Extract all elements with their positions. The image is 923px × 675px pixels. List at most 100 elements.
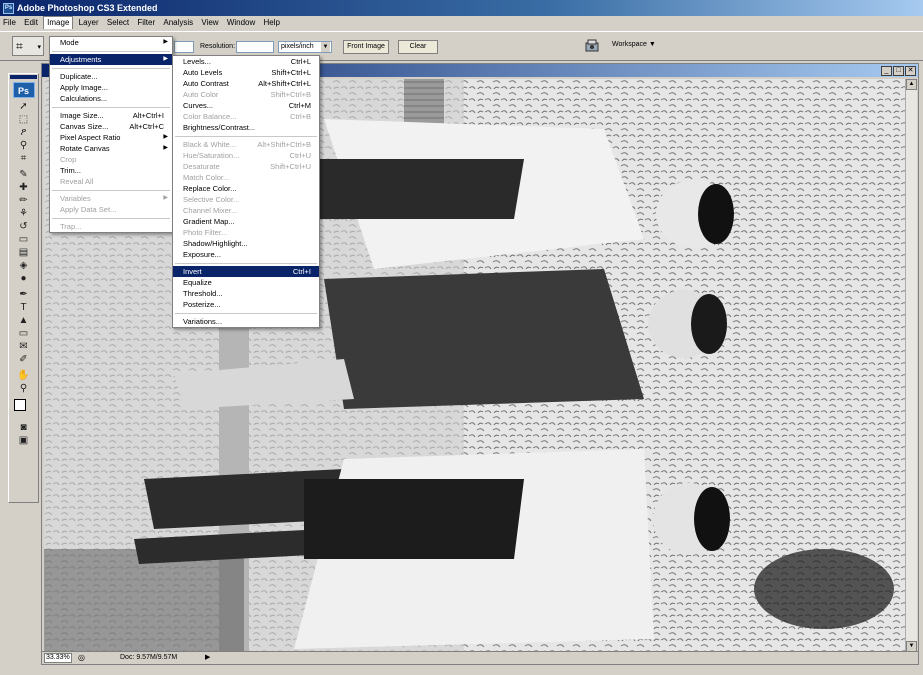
adjustments-item-posterize[interactable]: Posterize...: [173, 299, 319, 310]
adjustments-item-variations[interactable]: Variations...: [173, 316, 319, 327]
adjustments-item-replace-color[interactable]: Replace Color...: [173, 183, 319, 194]
menu-item-label: Adjustments: [60, 55, 102, 64]
adjustments-item-shadow-highlight[interactable]: Shadow/Highlight...: [173, 238, 319, 249]
clear-button[interactable]: Clear: [398, 40, 438, 54]
dodge-tool-icon[interactable]: ●: [13, 272, 35, 285]
close-icon[interactable]: ✕: [905, 66, 916, 76]
clone-stamp-tool-icon[interactable]: ⚘: [13, 207, 35, 220]
image-menu-item-image-size[interactable]: Image Size... Alt+Ctrl+I: [50, 110, 172, 121]
type-tool-icon[interactable]: T: [13, 301, 35, 314]
adjustments-item-auto-contrast[interactable]: Auto Contrast Alt+Shift+Ctrl+L: [173, 78, 319, 89]
slice-tool-icon[interactable]: ✎: [13, 168, 35, 181]
mode-list: ◙ ▣: [9, 421, 38, 447]
image-menu: Mode ▶ Adjustments ▶ Duplicate... Apply Image…: [49, 36, 173, 233]
adjustments-item-hue-saturation: Hue/Saturation... Ctrl+U: [173, 150, 319, 161]
menu-item-label: Posterize...: [183, 300, 221, 309]
adjustments-item-curves[interactable]: Curves... Ctrl+M: [173, 100, 319, 111]
menu-layer[interactable]: Layer: [76, 16, 102, 30]
healing-brush-tool-icon[interactable]: ✚: [13, 181, 35, 194]
adjustments-item-equalize[interactable]: Equalize: [173, 277, 319, 288]
workspace-button[interactable]: Workspace ▼: [612, 41, 656, 48]
menu-image[interactable]: Image: [43, 16, 74, 29]
path-selection-tool-icon[interactable]: ▲: [13, 314, 35, 327]
pen-tool-icon[interactable]: ✒: [13, 288, 35, 301]
tool-list: ➚ ⬚ ዖ ⚲ ⌗ ✎ ✚ ✏ ⚘ ↺ ▭ ▤ ◈ ● ✒ T ▲ ▭ ✉ ✐ ✋ ⚲: [9, 100, 38, 395]
gradient-tool-icon[interactable]: ▤: [13, 246, 35, 259]
resolution-unit-select[interactable]: pixels/inch ▼: [278, 41, 332, 53]
hand-tool-icon[interactable]: ✋: [13, 369, 35, 382]
tool-preset-picker[interactable]: ⌗ ▾: [12, 36, 44, 56]
history-brush-tool-icon[interactable]: ↺: [13, 220, 35, 233]
foreground-color-swatch[interactable]: [14, 399, 26, 411]
move-tool-icon[interactable]: ➚: [13, 100, 35, 113]
menu-item-label: Auto Color: [183, 90, 219, 99]
magic-wand-tool-icon[interactable]: ⚲: [13, 139, 35, 152]
menu-separator: [175, 263, 317, 264]
resolution-field[interactable]: [236, 41, 274, 53]
maximize-icon[interactable]: □: [893, 66, 904, 76]
minimize-icon[interactable]: _: [881, 66, 892, 76]
menu-file[interactable]: File: [0, 16, 19, 30]
menu-item-shortcut: Alt+Ctrl+C: [129, 122, 164, 131]
adjustments-item-exposure[interactable]: Exposure...: [173, 249, 319, 260]
eyedropper-tool-icon[interactable]: ✐: [13, 353, 35, 366]
menu-item-label: Black & White...: [183, 140, 236, 149]
image-menu-item-canvas-size[interactable]: Canvas Size... Alt+Ctrl+C: [50, 121, 172, 132]
vertical-scrollbar[interactable]: ▲ ▼: [905, 79, 917, 652]
version-cue-icon[interactable]: ◎: [78, 653, 85, 663]
notes-tool-icon[interactable]: ✉: [13, 340, 35, 353]
image-menu-item-pixel-aspect-ratio[interactable]: Pixel Aspect Ratio ▶: [50, 132, 172, 143]
image-menu-item-calculations[interactable]: Calculations...: [50, 93, 172, 104]
menu-filter[interactable]: Filter: [134, 16, 158, 30]
color-swatches[interactable]: [9, 395, 38, 421]
adjustments-item-invert[interactable]: Invert Ctrl+I: [173, 266, 319, 277]
eraser-tool-icon[interactable]: ▭: [13, 233, 35, 246]
menu-item-label: Calculations...: [60, 94, 108, 103]
status-menu-arrow-icon[interactable]: ▶: [205, 653, 210, 663]
menu-view[interactable]: View: [198, 16, 221, 30]
image-menu-item-mode[interactable]: Mode ▶: [50, 37, 172, 48]
blur-tool-icon[interactable]: ◈: [13, 259, 35, 272]
menu-item-label: Pixel Aspect Ratio: [60, 133, 121, 142]
menu-analysis[interactable]: Analysis: [160, 16, 196, 30]
menu-select[interactable]: Select: [104, 16, 132, 30]
height-field[interactable]: [174, 41, 194, 53]
menu-separator: [52, 107, 170, 108]
image-menu-item-apply-image[interactable]: Apply Image...: [50, 82, 172, 93]
image-menu-item-trap: Trap...: [50, 221, 172, 232]
image-menu-item-adjustments[interactable]: Adjustments ▶: [50, 54, 172, 65]
menu-item-label: Mode: [60, 38, 79, 47]
adjustments-item-gradient-map[interactable]: Gradient Map...: [173, 216, 319, 227]
marquee-tool-icon[interactable]: ⬚: [13, 113, 35, 126]
menu-edit[interactable]: Edit: [21, 16, 41, 30]
adjustments-item-channel-mixer: Channel Mixer...: [173, 205, 319, 216]
adjustments-item-desaturate: Desaturate Shift+Ctrl+U: [173, 161, 319, 172]
front-image-button[interactable]: Front Image: [343, 40, 389, 54]
adjustments-item-threshold[interactable]: Threshold...: [173, 288, 319, 299]
image-menu-item-trim[interactable]: Trim...: [50, 165, 172, 176]
lasso-tool-icon[interactable]: ዖ: [13, 126, 35, 139]
menu-window[interactable]: Window: [224, 16, 258, 30]
scroll-up-icon[interactable]: ▲: [906, 79, 917, 90]
menu-separator: [52, 68, 170, 69]
toolbox-panel: Ps ➚ ⬚ ዖ ⚲ ⌗ ✎ ✚ ✏ ⚘ ↺ ▭ ▤ ◈ ● ✒ T ▲ ▭ ✉ ✐ ✋ ⚲ ◙ ▣: [8, 73, 39, 503]
adjustments-item-brightness-contrast[interactable]: Brightness/Contrast...: [173, 122, 319, 133]
zoom-tool-icon[interactable]: ⚲: [13, 382, 35, 395]
crop-tool-icon[interactable]: ⌗: [13, 152, 35, 165]
adjustments-item-levels[interactable]: Levels... Ctrl+L: [173, 56, 319, 67]
zoom-level-field[interactable]: 33.33%: [44, 653, 72, 663]
workspace-icon[interactable]: [584, 39, 602, 53]
brush-tool-icon[interactable]: ✏: [13, 194, 35, 207]
toolbox-grip[interactable]: [10, 75, 37, 79]
shape-tool-icon[interactable]: ▭: [13, 327, 35, 340]
image-menu-item-duplicate[interactable]: Duplicate...: [50, 71, 172, 82]
menu-help[interactable]: Help: [261, 16, 283, 30]
image-menu-item-rotate-canvas[interactable]: Rotate Canvas ▶: [50, 143, 172, 154]
adjustments-item-auto-levels[interactable]: Auto Levels Shift+Ctrl+L: [173, 67, 319, 78]
screen-mode-icon[interactable]: ▣: [13, 434, 35, 447]
ps-logo[interactable]: Ps: [12, 82, 35, 98]
adjustments-item-selective-color: Selective Color...: [173, 194, 319, 205]
menu-item-shortcut: Alt+Ctrl+I: [132, 111, 164, 120]
submenu-arrow-icon: ▶: [163, 134, 168, 140]
quick-mask-icon[interactable]: ◙: [13, 421, 35, 434]
